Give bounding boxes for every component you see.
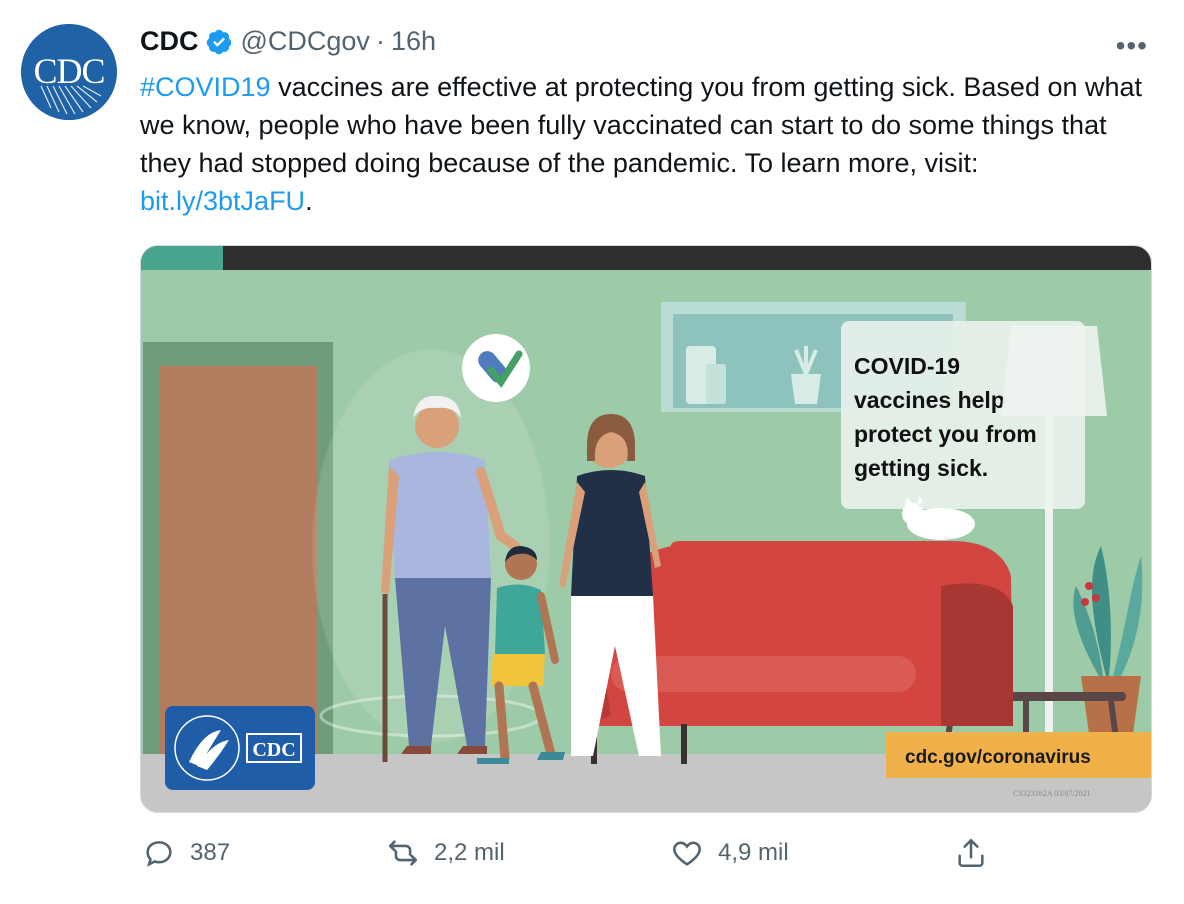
reply-count: 387 [190, 839, 231, 866]
retweet-button[interactable]: 2,2 mil [386, 836, 505, 870]
tweet-media-image[interactable]: COVID-19 vaccines help protect you from … [140, 245, 1152, 813]
verified-badge-icon [206, 29, 231, 54]
like-button[interactable]: 4,9 mil [670, 836, 789, 870]
tweet-url-link[interactable]: bit.ly/3btJaFU [140, 186, 305, 216]
speech-line-3: protect you from [854, 421, 1037, 447]
retweet-icon [388, 840, 418, 866]
reply-icon [146, 841, 172, 867]
tweet-body-part1: vaccines are effective at protecting you… [140, 72, 1143, 178]
speech-line-1: COVID-19 [854, 353, 960, 379]
tweet-body-part2: . [305, 186, 313, 216]
share-button[interactable] [954, 836, 1002, 870]
heart-icon [673, 841, 701, 866]
hashtag-link[interactable]: #COVID19 [140, 72, 271, 102]
separator-dot: · [375, 26, 385, 56]
speech-line-2: vaccines help [854, 387, 1005, 413]
more-options-icon[interactable]: ••• [1116, 30, 1148, 62]
share-icon [958, 838, 984, 868]
author-handle[interactable]: @CDCgov [241, 26, 370, 57]
like-count: 4,9 mil [718, 839, 789, 866]
avatar[interactable]: CDC [21, 24, 117, 120]
url-banner-text: cdc.gov/coronavirus [905, 747, 1091, 768]
avatar-text: CDC [33, 51, 105, 91]
vaccine-illustration: COVID-19 vaccines help protect you from … [141, 246, 1151, 812]
logo-cdc-text: CDC [252, 739, 295, 761]
reply-button[interactable]: 387 [142, 836, 230, 870]
speech-line-4: getting sick. [854, 455, 988, 481]
author-name[interactable]: CDC [140, 26, 199, 57]
tweet-actions: 387 2,2 mil 4,9 mil [140, 836, 1150, 880]
tweet-text: #COVID19 vaccines are effective at prote… [140, 68, 1150, 220]
tweet-header: CDC @CDCgov · 16h [140, 26, 436, 57]
tweet-time[interactable]: 16h [391, 26, 436, 57]
image-code: CS323162A 03/07/2021 [1013, 789, 1091, 798]
retweet-count: 2,2 mil [434, 839, 505, 866]
